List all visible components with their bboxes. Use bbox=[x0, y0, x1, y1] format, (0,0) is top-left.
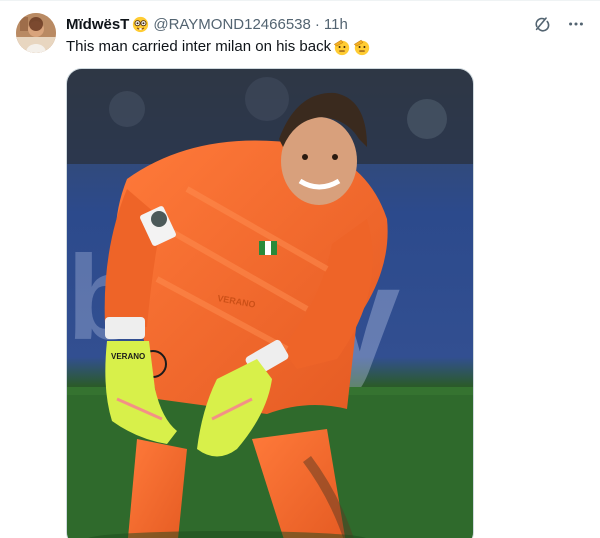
tweet-header: MïdwësT @RAYMOND12466538 · 11h bbox=[66, 14, 348, 34]
user-handle[interactable]: @RAYMOND12466538 bbox=[153, 16, 311, 33]
tweet-actions bbox=[532, 14, 586, 34]
saluting-face-emoji-icon bbox=[353, 38, 371, 56]
more-icon[interactable] bbox=[566, 14, 586, 34]
separator-dot: · bbox=[314, 15, 320, 33]
grok-icon[interactable] bbox=[532, 14, 552, 34]
tweet-card[interactable]: MïdwësT @RAYMOND12466538 · 11h This man … bbox=[0, 0, 600, 538]
glove-brand-text: VERANO bbox=[111, 352, 145, 361]
timestamp[interactable]: 11h bbox=[324, 16, 348, 33]
saluting-face-emoji-icon bbox=[333, 38, 351, 56]
nerd-face-emoji-icon bbox=[132, 16, 149, 33]
display-name[interactable]: MïdwësT bbox=[66, 16, 129, 33]
avatar[interactable] bbox=[16, 13, 56, 53]
tweet-text-body: This man carried inter milan on his back bbox=[66, 38, 332, 55]
tweet-text: This man carried inter milan on his back bbox=[66, 37, 371, 57]
tweet-media-photo[interactable]: y b bbox=[66, 68, 474, 538]
